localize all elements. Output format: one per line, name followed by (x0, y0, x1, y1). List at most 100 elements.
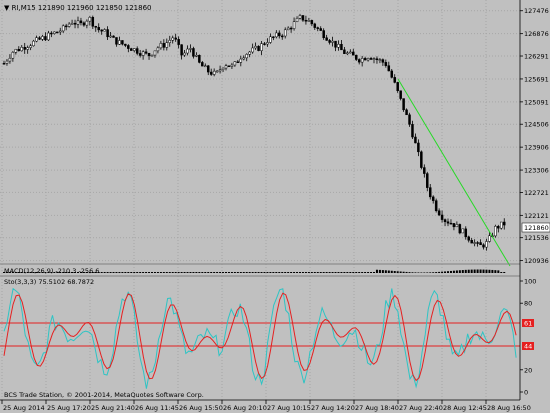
candle-body (360, 58, 364, 63)
candle-body (168, 40, 172, 43)
candle-body (346, 52, 349, 55)
candle-body (144, 51, 148, 54)
candle-body (135, 48, 139, 54)
candle-body (393, 77, 396, 83)
candle-body (500, 221, 503, 229)
macd-bar (352, 272, 355, 273)
candle-body (405, 109, 408, 116)
candle-body (369, 58, 373, 60)
candle-body (109, 35, 112, 38)
candle-body (97, 27, 100, 31)
macd-bar (162, 272, 165, 273)
price-tick-label: 123906 (524, 144, 549, 152)
candle-body (204, 65, 207, 68)
candle-body (73, 22, 77, 25)
price-tick-label: 126876 (524, 30, 549, 38)
macd-bar (316, 272, 319, 273)
trading-chart[interactable]: ▼ RI,M15 121890 121960 121850 121860 127… (0, 0, 550, 413)
time-tick-label: 28 Aug 16:50 (487, 404, 531, 412)
macd-bar (168, 272, 171, 273)
time-tick-label: 27 Aug 22:40 (399, 404, 443, 412)
candle-body (269, 36, 272, 43)
macd-bar (479, 269, 482, 273)
candle-body (476, 242, 479, 244)
macd-bar (112, 272, 115, 273)
candle-body (14, 49, 18, 53)
stochastic-tick-label: 20 (524, 366, 532, 374)
candle-body (156, 47, 160, 52)
macd-bar (367, 272, 370, 273)
candle-body (497, 226, 500, 229)
candle-body (138, 53, 142, 56)
candle-body (366, 58, 370, 61)
candle-body (455, 224, 459, 228)
macd-bar (106, 272, 109, 273)
candle-body (236, 61, 240, 63)
macd-bar (319, 272, 322, 273)
macd-bar (488, 269, 491, 273)
candle-body (88, 17, 92, 22)
candle-body (322, 30, 325, 38)
candle-body (263, 43, 266, 45)
candle-body (189, 48, 192, 50)
macd-bar (473, 269, 476, 273)
macd-bar (461, 270, 464, 273)
candle-body (461, 228, 465, 234)
candle-body (485, 241, 488, 248)
candle-body (464, 228, 468, 238)
candle-body (103, 29, 106, 32)
candle-body (260, 43, 263, 51)
macd-bar (414, 272, 417, 273)
candle-body (479, 242, 482, 246)
candle-body (304, 19, 308, 22)
candle-body (17, 49, 21, 52)
macd-bar (127, 272, 130, 273)
macd-bar (148, 272, 151, 273)
candle-body (209, 71, 213, 75)
macd-bar (189, 272, 192, 273)
copyright-text: BCS Trade Station, © 2001-2014, MetaQuot… (4, 391, 204, 399)
macd-bar (204, 272, 207, 273)
macd-bar (239, 272, 242, 273)
macd-bar (447, 271, 449, 273)
candle-body (414, 136, 417, 144)
macd-bar (136, 272, 139, 273)
macd-bar (458, 270, 461, 273)
macd-bar (296, 272, 299, 273)
macd-bar (500, 272, 503, 273)
macd-bar (260, 272, 263, 273)
macd-bar (165, 272, 168, 273)
macd-bar (207, 272, 210, 273)
candle-body (328, 40, 331, 43)
macd-bar (124, 272, 127, 273)
candle-body (180, 44, 183, 56)
macd-bar (210, 272, 213, 273)
time-tick-label: 26 Aug 15:50 (179, 404, 223, 412)
candle-body (298, 15, 302, 19)
macd-bar (301, 272, 304, 273)
macd-bar (192, 272, 195, 273)
macd-bar (109, 272, 112, 273)
macd-bar (452, 270, 455, 273)
macd-bar (287, 272, 290, 273)
macd-bar (441, 271, 444, 273)
candle-body (399, 90, 402, 99)
macd-bar (248, 272, 251, 273)
macd-bar (115, 272, 118, 273)
candle-body (307, 20, 311, 22)
candle-body (251, 47, 254, 53)
candle-body (130, 48, 133, 51)
candle-body (325, 37, 328, 41)
candle-body (470, 239, 473, 244)
time-tick-label: 27 Aug 18:40 (355, 404, 399, 412)
candle-body (316, 27, 320, 29)
candle-body (47, 32, 50, 41)
macd-bar (219, 272, 222, 273)
candle-body (431, 196, 435, 201)
macd-bar (257, 272, 260, 273)
macd-bar (201, 272, 204, 273)
candle-body (443, 219, 447, 223)
candle-body (153, 50, 157, 56)
candle-body (91, 17, 95, 27)
macd-bar (133, 272, 136, 273)
